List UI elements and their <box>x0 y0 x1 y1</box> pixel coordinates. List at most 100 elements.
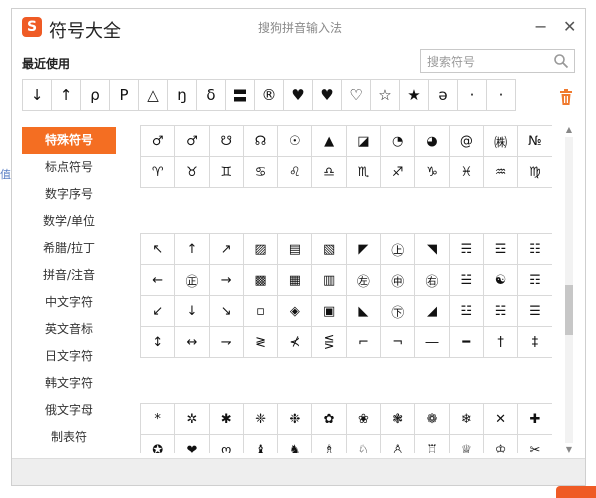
scroll-down-arrow[interactable]: ▼ <box>563 445 575 455</box>
recent-symbol[interactable]: ★ <box>399 79 429 111</box>
symbol-cell[interactable]: ☯ <box>482 264 519 296</box>
recent-symbol[interactable]: ə <box>428 79 458 111</box>
sidebar-item[interactable]: 拼音/注音 <box>22 262 116 289</box>
symbol-cell[interactable]: ♌ <box>277 156 313 188</box>
symbol-cell[interactable]: ♍ <box>517 156 552 188</box>
symbol-cell[interactable]: ◤ <box>345 233 382 265</box>
symbol-cell[interactable]: ☲ <box>482 233 519 265</box>
symbol-cell[interactable]: ♐ <box>380 156 416 188</box>
symbol-cell[interactable]: ❄ <box>448 403 484 435</box>
sidebar-item[interactable]: 标点符号 <box>22 154 116 181</box>
symbol-cell[interactable]: ♉ <box>174 156 210 188</box>
sidebar-item[interactable]: 特殊符号 <box>22 127 116 154</box>
symbol-cell[interactable]: ㊣ <box>174 264 210 296</box>
title-bar[interactable]: S 符号大全 搜狗拼音输入法 − ✕ <box>12 9 585 43</box>
symbol-cell[interactable]: ☷ <box>517 233 552 265</box>
recent-symbol[interactable]: ρ <box>80 79 110 111</box>
symbol-cell[interactable]: ↗ <box>208 233 244 265</box>
recent-symbol[interactable]: · <box>486 79 516 111</box>
symbol-cell[interactable]: ☵ <box>482 295 519 327</box>
symbol-cell[interactable]: ✲ <box>174 403 210 435</box>
symbol-cell[interactable]: ← <box>140 264 176 296</box>
symbol-cell[interactable]: ◢ <box>414 295 450 327</box>
symbol-cell[interactable]: ▦ <box>277 264 313 296</box>
minimize-button[interactable]: − <box>534 17 547 36</box>
symbol-cell[interactable]: ◈ <box>277 295 313 327</box>
recent-symbol[interactable]: ® <box>254 79 284 111</box>
recent-symbol[interactable]: · <box>457 79 487 111</box>
symbol-cell[interactable]: ㊤ <box>380 233 416 265</box>
symbol-cell[interactable]: ♂ <box>140 125 176 157</box>
symbol-cell[interactable]: ▲ <box>311 125 347 157</box>
recent-symbol[interactable]: Ρ <box>109 79 139 111</box>
scroll-track[interactable] <box>565 137 573 443</box>
symbol-cell[interactable]: ❀ <box>345 403 382 435</box>
recent-symbol[interactable]: ♡ <box>341 79 371 111</box>
symbol-cell[interactable]: ✱ <box>208 403 244 435</box>
trash-icon[interactable] <box>559 89 573 105</box>
sidebar-item[interactable]: 日文字符 <box>22 343 116 370</box>
sidebar-item[interactable]: 希腊/拉丁 <box>22 235 116 262</box>
recent-symbol[interactable]: 〓 <box>225 79 255 111</box>
symbol-cell[interactable]: ✿ <box>311 403 347 435</box>
sidebar-item[interactable]: 数字序号 <box>22 181 116 208</box>
sidebar-item[interactable]: 英文音标 <box>22 316 116 343</box>
symbol-cell[interactable]: ❁ <box>414 403 450 435</box>
symbol-cell[interactable]: ♈ <box>140 156 176 188</box>
symbol-cell[interactable]: ☳ <box>448 295 484 327</box>
symbol-cell[interactable]: ⇁ <box>208 326 244 358</box>
search-icon[interactable] <box>553 53 569 69</box>
symbol-cell[interactable]: ♞ <box>277 434 313 453</box>
symbol-cell[interactable]: ♒ <box>482 156 519 188</box>
symbol-cell[interactable]: ◪ <box>345 125 382 157</box>
symbol-cell[interactable]: ↘ <box>208 295 244 327</box>
symbol-cell[interactable]: ▥ <box>311 264 347 296</box>
recent-symbol[interactable]: ☆ <box>370 79 400 111</box>
symbol-cell[interactable]: ㊦ <box>380 295 416 327</box>
symbol-cell[interactable]: ▤ <box>277 233 313 265</box>
close-button[interactable]: ✕ <box>563 17 576 36</box>
search-input[interactable] <box>425 52 557 72</box>
search-box[interactable] <box>420 49 575 73</box>
symbol-cell[interactable]: ☱ <box>448 264 484 296</box>
symbol-cell[interactable]: ▧ <box>311 233 347 265</box>
symbol-cell[interactable]: ❤ <box>174 434 210 453</box>
symbol-cell[interactable]: ▣ <box>311 295 347 327</box>
recent-symbol[interactable]: ♥ <box>312 79 342 111</box>
symbol-cell[interactable]: ♖ <box>414 434 450 453</box>
symbol-cell[interactable]: ☋ <box>208 125 244 157</box>
symbol-cell[interactable]: ☉ <box>277 125 313 157</box>
recent-symbol[interactable]: ↑ <box>51 79 81 111</box>
scroll-thumb[interactable] <box>565 285 573 335</box>
symbol-cell[interactable]: † <box>482 326 519 358</box>
symbol-cell[interactable]: ♏ <box>345 156 382 188</box>
symbol-cell[interactable]: ♕ <box>448 434 484 453</box>
sidebar-item[interactable]: 中文字符 <box>22 289 116 316</box>
symbol-cell[interactable]: ✪ <box>140 434 176 453</box>
symbol-cell[interactable]: ↑ <box>174 233 210 265</box>
symbol-cell[interactable]: ↖ <box>140 233 176 265</box>
symbol-cell[interactable]: ♘ <box>345 434 382 453</box>
symbol-cell[interactable]: ㈱ <box>482 125 519 157</box>
symbol-cell[interactable]: ♑ <box>414 156 450 188</box>
recent-symbol[interactable]: ♥ <box>283 79 313 111</box>
symbol-cell[interactable]: ↙ <box>140 295 176 327</box>
symbol-cell[interactable]: ♔ <box>482 434 519 453</box>
symbol-cell[interactable]: @ <box>448 125 484 157</box>
symbol-cell[interactable]: ▨ <box>242 233 279 265</box>
symbol-cell[interactable]: ♋ <box>242 156 279 188</box>
symbol-cell[interactable]: ▩ <box>242 264 279 296</box>
symbol-cell[interactable]: ✕ <box>482 403 519 435</box>
symbol-cell[interactable]: ≷ <box>242 326 279 358</box>
symbol-cell[interactable]: ♓ <box>448 156 484 188</box>
scrollbar[interactable]: ▲ ▼ <box>563 125 575 455</box>
recent-symbol[interactable]: △ <box>138 79 168 111</box>
symbol-cell[interactable]: ㊧ <box>345 264 382 296</box>
symbol-cell[interactable]: ― <box>414 326 450 358</box>
sidebar-item[interactable]: 数学/单位 <box>22 208 116 235</box>
recent-symbol[interactable]: ŋ <box>167 79 197 111</box>
symbol-cell[interactable]: ‡ <box>517 326 552 358</box>
symbol-cell[interactable]: ❉ <box>277 403 313 435</box>
symbol-cell[interactable]: ♗ <box>311 434 347 453</box>
symbol-cell[interactable]: № <box>517 125 552 157</box>
